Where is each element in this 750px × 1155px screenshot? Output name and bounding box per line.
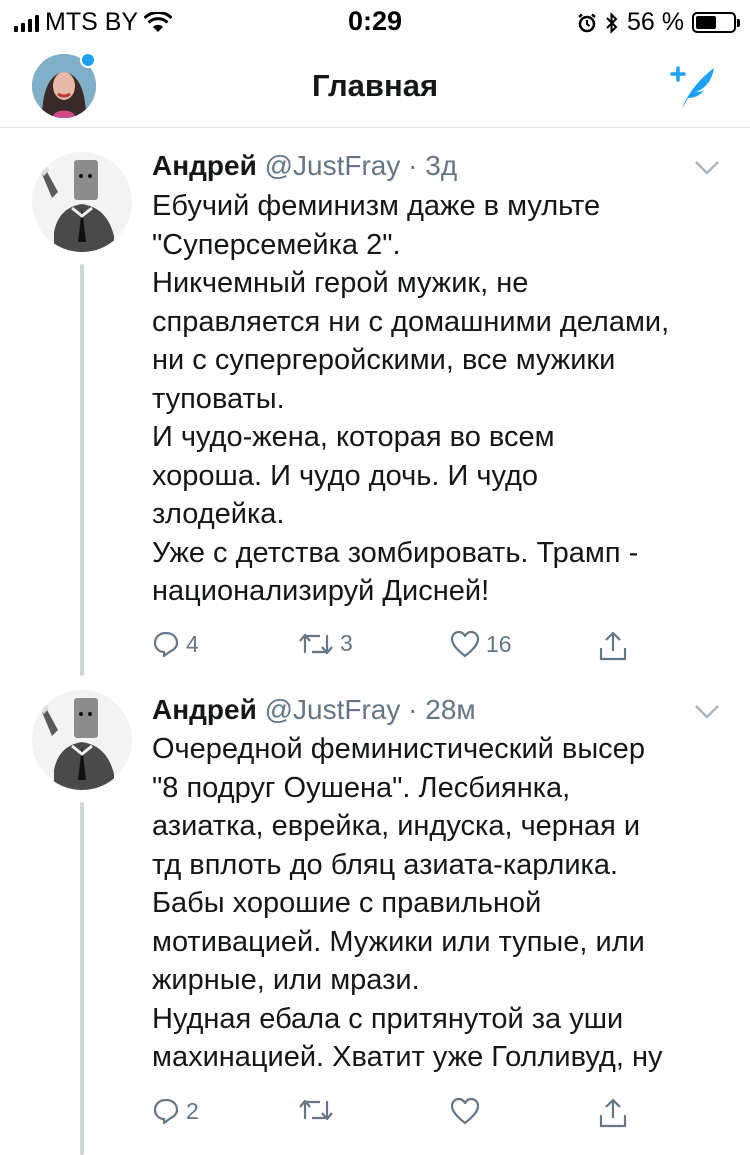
tweet-line: Бабы хорошие с правильной — [152, 887, 542, 919]
tweet-line: мотивацией. Мужики или тупые, или — [152, 925, 645, 958]
retweet-button[interactable]: 3 — [298, 630, 353, 657]
tweet-line: ни с супергеройскими, все мужики — [152, 344, 616, 376]
tweet-line: "8 подруг Оушена". Лесбиянка, — [152, 771, 571, 804]
reply-count: 2 — [186, 1097, 199, 1124]
share-button[interactable] — [598, 630, 628, 662]
thread-line — [80, 264, 84, 676]
share-icon — [599, 631, 627, 661]
dot-separator: · — [408, 150, 418, 181]
tweet-line: азиатка, еврейка, индуска, черная и — [152, 810, 641, 842]
author-name[interactable]: Андрей — [152, 150, 257, 181]
avatar-image — [32, 690, 132, 790]
status-bar: MTS BY 0:29 56 % — [0, 0, 750, 40]
author-handle[interactable]: @JustFray — [265, 150, 401, 181]
status-icons: 56 % — [577, 8, 740, 37]
author-name[interactable]: Андрей — [152, 694, 257, 725]
like-count: 16 — [486, 630, 512, 657]
tweet-line: туповаты. — [152, 382, 285, 415]
notification-dot — [80, 52, 96, 68]
tweet-line: "Суперсемейка 2". — [152, 228, 401, 261]
tweet-time: 28м — [425, 694, 476, 725]
tweet-line: справляется ни с домашними делами, — [152, 305, 670, 338]
tweet[interactable]: Андрей @JustFray · 3д Ебучий феминизм да… — [0, 128, 750, 676]
tweet-line: Никчемный герой мужик, не — [152, 267, 529, 299]
top-navigation-bar: Главная — [0, 40, 750, 128]
compose-tweet-icon[interactable] — [668, 60, 720, 112]
reply-count: 4 — [186, 630, 199, 657]
tweet-line: тд вплоть до бляц азиата-карлика. — [152, 848, 619, 881]
like-button[interactable] — [450, 1097, 486, 1125]
heart-icon — [450, 630, 480, 658]
reply-button[interactable]: 2 — [152, 1097, 199, 1125]
dot-separator: · — [408, 694, 418, 725]
retweet-icon — [299, 633, 333, 654]
share-icon — [599, 1098, 627, 1128]
like-button[interactable]: 16 — [450, 630, 512, 658]
tweet-text: Очередной феминистический высер "8 подру… — [152, 730, 732, 1077]
heart-icon — [450, 1097, 480, 1125]
author-avatar[interactable] — [32, 152, 132, 252]
reply-button[interactable]: 4 — [152, 630, 199, 658]
chevron-down-icon[interactable] — [694, 160, 720, 176]
thread-line — [80, 802, 84, 1155]
tweet[interactable]: Андрей @JustFray · 28м Очередной феминис… — [0, 676, 750, 1155]
tweet-actions: 4 3 16 — [152, 630, 652, 666]
share-button[interactable] — [598, 1097, 628, 1129]
tweet-line: Нудная ебала с притянутой за уши — [152, 1002, 624, 1035]
tweet-line: Уже с детства зомбировать. Трамп - — [152, 536, 639, 569]
tweet-time: 3д — [425, 150, 458, 181]
tweet-line: Очередной феминистический высер — [152, 733, 645, 765]
retweet-icon — [299, 1099, 333, 1121]
bluetooth-icon — [606, 11, 618, 34]
tweet-text: Ебучий феминизм даже в мульте "Суперсеме… — [152, 187, 732, 611]
page-title: Главная — [311, 68, 439, 103]
tweet-header: Андрей @JustFray · 3д — [152, 150, 457, 182]
alarm-icon — [578, 13, 596, 32]
tweet-line: злодейка. — [152, 498, 285, 530]
battery-icon — [692, 12, 740, 33]
author-handle[interactable]: @JustFray — [265, 694, 401, 725]
battery-percent: 56 % — [627, 8, 684, 36]
tweet-line: Ебучий феминизм даже в мульте — [152, 190, 601, 222]
battery-level — [696, 16, 717, 29]
tweet-line: национализируй Дисней! — [152, 575, 490, 607]
chevron-down-icon[interactable] — [694, 704, 720, 720]
tweet-line: И чудо-жена, которая во всем — [152, 421, 555, 453]
retweet-count: 3 — [340, 630, 353, 656]
tweet-actions: 2 — [152, 1097, 652, 1133]
tweet-line: хороша. И чудо дочь. И чудо — [152, 459, 539, 492]
reply-icon — [153, 631, 179, 658]
tweet-line: жирные, или мрази. — [152, 964, 420, 996]
tweet-line: махинацией. Хватит уже Голливуд, ну — [152, 1041, 663, 1073]
author-avatar[interactable] — [32, 690, 132, 790]
retweet-button[interactable] — [298, 1097, 340, 1123]
avatar-image — [32, 152, 132, 252]
tweet-header: Андрей @JustFray · 28м — [152, 694, 476, 726]
reply-icon — [153, 1098, 179, 1125]
